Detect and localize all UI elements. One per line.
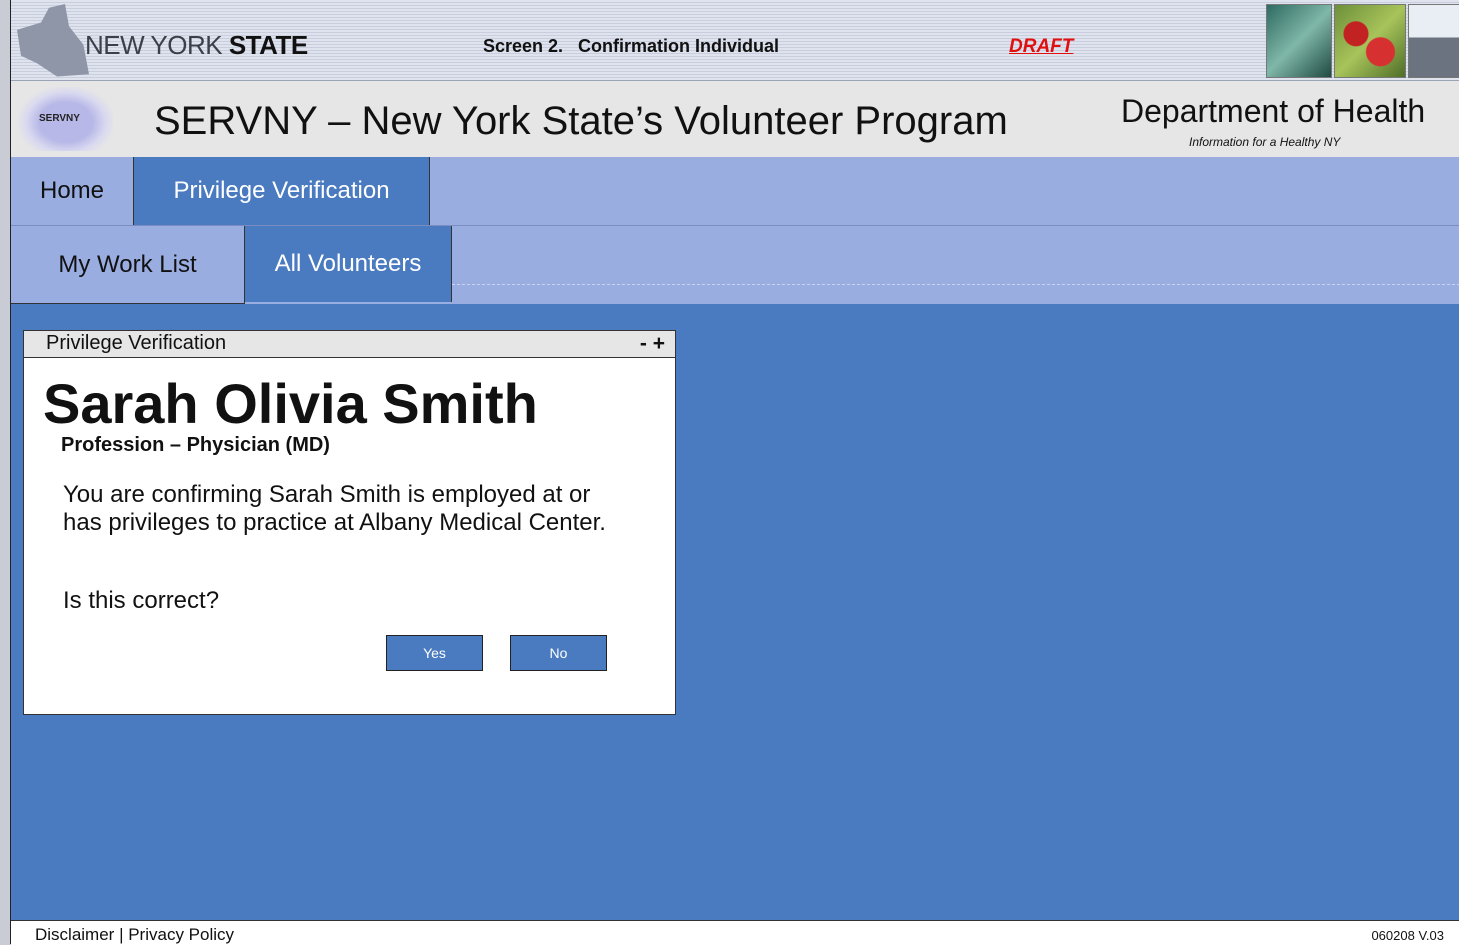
page-header: SERVNY SERVNY – New York State’s Volunte… xyxy=(11,81,1459,158)
volunteer-profession: Profession – Physician (MD) xyxy=(61,434,330,456)
confirmation-message: You are confirming Sarah Smith is employ… xyxy=(63,481,606,536)
tab-privilege-verification[interactable]: Privilege Verification xyxy=(134,157,430,225)
department-tagline: Information for a Healthy NY xyxy=(1189,135,1341,149)
footer-links: Disclaimer | Privacy Policy xyxy=(35,925,234,945)
nys-wordmark-bold: STATE xyxy=(228,30,308,60)
panel-collapse-expand-controls[interactable]: - + xyxy=(640,332,665,356)
panel-header: Privilege Verification - + xyxy=(24,331,675,358)
app-title: SERVNY – New York State’s Volunteer Prog… xyxy=(154,99,1008,143)
nys-wordmark: NEW YORK STATE xyxy=(85,30,308,61)
draft-label: DRAFT xyxy=(1009,36,1074,57)
volunteer-name: Sarah Olivia Smith xyxy=(43,372,538,435)
disclaimer-link[interactable]: Disclaimer xyxy=(35,925,114,944)
nys-map-icon xyxy=(17,4,89,77)
yes-button[interactable]: Yes xyxy=(386,635,483,671)
secondary-nav: My Work List All Volunteers xyxy=(11,226,1459,304)
nys-wordmark-prefix: NEW YORK xyxy=(85,30,223,60)
no-button[interactable]: No xyxy=(510,635,607,671)
screen-title: Screen 2. Confirmation Individual xyxy=(483,36,780,56)
version-label: 060208 V.03 xyxy=(1371,928,1444,943)
privacy-policy-link[interactable]: Privacy Policy xyxy=(128,925,234,944)
footer-separator: | xyxy=(114,925,129,944)
tab-home[interactable]: Home xyxy=(11,157,134,225)
servny-logo-text: SERVNY xyxy=(39,113,80,124)
apples-image xyxy=(1334,4,1406,78)
skyline-image xyxy=(1408,4,1459,78)
page-footer: Disclaimer | Privacy Policy 060208 V.03 xyxy=(11,920,1459,945)
servny-logo: SERVNY xyxy=(19,87,113,151)
panel-title: Privilege Verification xyxy=(46,332,227,354)
tab-all-volunteers[interactable]: All Volunteers xyxy=(245,226,452,302)
tab-my-work-list[interactable]: My Work List xyxy=(11,226,245,304)
statue-of-liberty-image xyxy=(1266,4,1332,78)
nav-divider xyxy=(452,284,1459,285)
department-name: Department of Health xyxy=(1121,93,1426,129)
primary-nav: Home Privilege Verification xyxy=(11,157,1459,226)
top-banner: NEW YORK STATE Screen 2. Confirmation In… xyxy=(11,0,1459,81)
confirmation-question: Is this correct? xyxy=(63,587,220,614)
app-frame: NEW YORK STATE Screen 2. Confirmation In… xyxy=(10,0,1459,945)
privilege-verification-panel: Privilege Verification - + Sarah Olivia … xyxy=(23,330,676,715)
